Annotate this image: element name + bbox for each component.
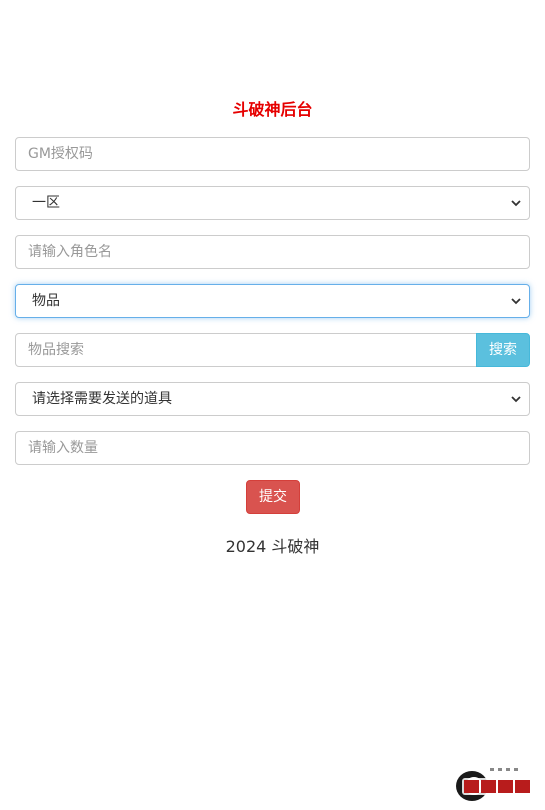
- role-name-input[interactable]: 请输入角色名: [15, 235, 530, 269]
- item-search-group: 物品搜索 搜索: [15, 333, 530, 367]
- server-select[interactable]: 一区: [15, 186, 530, 220]
- item-select[interactable]: 请选择需要发送的道具: [15, 382, 530, 416]
- footer-copyright: 2024 斗破神: [225, 537, 320, 556]
- server-select-value: 一区: [32, 195, 60, 211]
- admin-page: 斗破神后台 GM授权码 一区 请输入角色名 物品 物品搜索 搜索 请选择需要发送…: [0, 0, 545, 810]
- search-button[interactable]: 搜索: [476, 333, 530, 367]
- quantity-input[interactable]: 请输入数量: [15, 431, 530, 465]
- page-title: 斗破神后台: [232, 100, 313, 119]
- gm-code-input[interactable]: GM授权码: [15, 137, 530, 171]
- submit-button[interactable]: 提交: [246, 480, 300, 514]
- chevron-down-icon: [511, 200, 521, 207]
- item-select-value: 请选择需要发送的道具: [32, 391, 172, 407]
- site-watermark-logo: [456, 768, 534, 801]
- category-select-value: 物品: [32, 293, 60, 309]
- chevron-down-icon: [511, 298, 521, 305]
- category-select[interactable]: 物品: [15, 284, 530, 318]
- item-search-input[interactable]: 物品搜索: [15, 333, 477, 367]
- chevron-down-icon: [511, 396, 521, 403]
